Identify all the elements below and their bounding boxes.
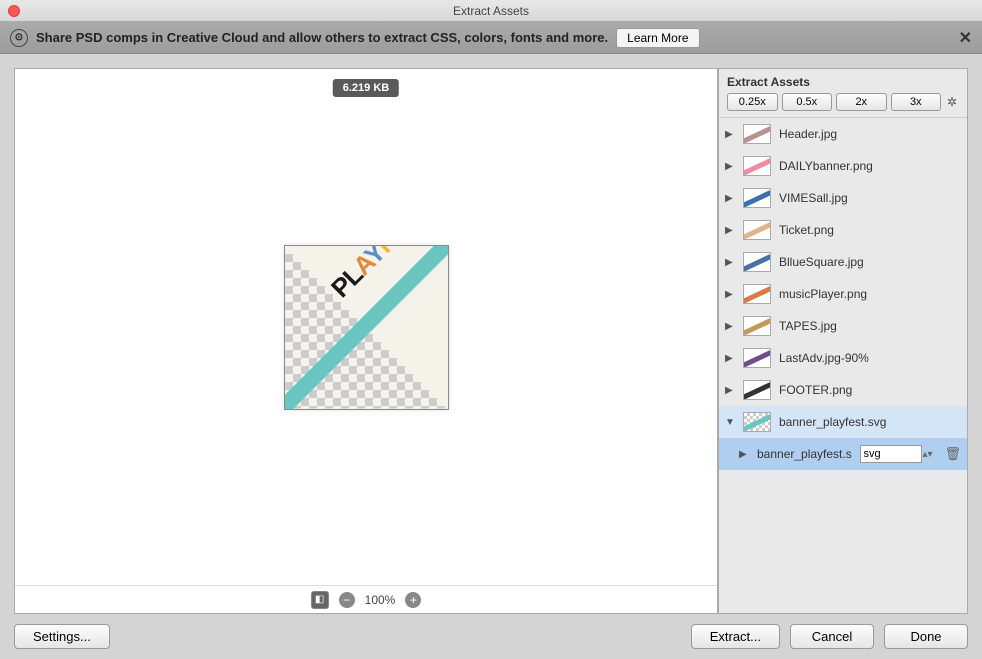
asset-name-label: TAPES.jpg: [779, 319, 961, 333]
asset-name-label: banner_playfest.s: [757, 447, 852, 461]
trash-icon[interactable]: 🗑: [944, 446, 961, 462]
disclosure-triangle-icon[interactable]: ▶: [725, 225, 735, 236]
asset-thumbnail: [743, 156, 771, 176]
asset-name-label: banner_playfest.svg: [779, 415, 961, 429]
scale-05x-button[interactable]: 0.5x: [782, 93, 833, 111]
format-select[interactable]: [860, 445, 922, 463]
learn-more-button[interactable]: Learn More: [616, 28, 699, 48]
asset-name-label: Header.jpg: [779, 127, 961, 141]
settings-button[interactable]: Settings...: [14, 624, 110, 649]
asset-thumbnail: [743, 316, 771, 336]
filesize-badge: 6.219 KB: [333, 79, 399, 97]
disclosure-triangle-icon[interactable]: ▼: [725, 417, 735, 428]
scale-025x-button[interactable]: 0.25x: [727, 93, 778, 111]
info-banner-text: Share PSD comps in Creative Cloud and al…: [36, 30, 608, 45]
asset-row[interactable]: ▶ BllueSquare.jpg: [719, 246, 967, 278]
asset-name-label: Ticket.png: [779, 223, 961, 237]
disclosure-triangle-icon[interactable]: ▶: [725, 353, 735, 364]
asset-thumbnail: [743, 284, 771, 304]
asset-name-label: BllueSquare.jpg: [779, 255, 961, 269]
asset-thumbnail: [743, 380, 771, 400]
scale-2x-button[interactable]: 2x: [836, 93, 887, 111]
asset-row[interactable]: ▶ Header.jpg: [719, 118, 967, 150]
asset-row[interactable]: ▶ FOOTER.png: [719, 374, 967, 406]
crop-tool-button[interactable]: ◧: [311, 591, 329, 609]
zoom-out-button[interactable]: −: [339, 592, 355, 608]
zoom-level: 100%: [365, 593, 396, 607]
asset-row[interactable]: ▶ TAPES.jpg: [719, 310, 967, 342]
asset-name-label: LastAdv.jpg-90%: [779, 351, 961, 365]
asset-subrow-selected[interactable]: ▶banner_playfest.s▴▾png-8png-24png-32gif…: [719, 438, 967, 470]
gear-icon[interactable]: ✲: [945, 95, 959, 109]
asset-row-selected[interactable]: ▼ banner_playfest.svg: [719, 406, 967, 438]
disclosure-triangle-icon[interactable]: ▶: [725, 385, 735, 396]
disclosure-triangle-icon[interactable]: ▶: [739, 449, 749, 460]
asset-row[interactable]: ▶ VIMESall.jpg: [719, 182, 967, 214]
asset-row[interactable]: ▶ Ticket.png: [719, 214, 967, 246]
done-button[interactable]: Done: [884, 624, 968, 649]
disclosure-triangle-icon[interactable]: ▶: [725, 257, 735, 268]
stepper-icon[interactable]: ▴▾: [922, 449, 932, 460]
info-banner: ⊙ Share PSD comps in Creative Cloud and …: [0, 22, 982, 54]
asset-name-label: DAILYbanner.png: [779, 159, 961, 173]
asset-panel: Extract Assets 0.25x 0.5x 2x 3x ✲ ▶ Heade…: [718, 68, 968, 614]
cancel-button[interactable]: Cancel: [790, 624, 874, 649]
preview-body: PLAYFEST: [15, 69, 717, 585]
disclosure-triangle-icon[interactable]: ▶: [725, 129, 735, 140]
dismiss-banner-button[interactable]: ✕: [959, 28, 972, 48]
asset-thumbnail: [743, 252, 771, 272]
asset-row[interactable]: ▶ LastAdv.jpg-90%: [719, 342, 967, 374]
asset-row[interactable]: ▶ DAILYbanner.png: [719, 150, 967, 182]
asset-name-label: VIMESall.jpg: [779, 191, 961, 205]
main-area: 6.219 KB PLAYFEST ◧ − 100% + Extract Ass…: [0, 54, 982, 614]
creative-cloud-icon: ⊙: [10, 29, 28, 47]
zoom-in-button[interactable]: +: [405, 592, 421, 608]
close-window-button[interactable]: [8, 5, 20, 17]
preview-toolbar: ◧ − 100% +: [15, 585, 717, 613]
asset-thumbnail: [743, 188, 771, 208]
preview-panel: 6.219 KB PLAYFEST ◧ − 100% +: [14, 68, 718, 614]
titlebar: Extract Assets: [0, 0, 982, 22]
asset-thumbnail: [743, 124, 771, 144]
asset-name-label: FOOTER.png: [779, 383, 961, 397]
disclosure-triangle-icon[interactable]: ▶: [725, 289, 735, 300]
disclosure-triangle-icon[interactable]: ▶: [725, 161, 735, 172]
extract-button[interactable]: Extract...: [691, 624, 780, 649]
asset-row[interactable]: ▶ musicPlayer.png: [719, 278, 967, 310]
window-title: Extract Assets: [453, 4, 529, 18]
asset-thumbnail: [743, 412, 771, 432]
scale-row: 0.25x 0.5x 2x 3x ✲: [719, 93, 967, 117]
asset-name-label: musicPlayer.png: [779, 287, 961, 301]
asset-panel-title: Extract Assets: [719, 69, 967, 93]
asset-list: ▶ Header.jpg ▶ DAILYbanner.png ▶ VIMESall.jpg…: [719, 117, 967, 613]
bottom-bar: Settings... Extract... Cancel Done: [0, 614, 982, 659]
disclosure-triangle-icon[interactable]: ▶: [725, 321, 735, 332]
disclosure-triangle-icon[interactable]: ▶: [725, 193, 735, 204]
asset-thumbnail: [743, 220, 771, 240]
preview-canvas[interactable]: PLAYFEST: [284, 245, 449, 410]
scale-3x-button[interactable]: 3x: [891, 93, 942, 111]
asset-thumbnail: [743, 348, 771, 368]
